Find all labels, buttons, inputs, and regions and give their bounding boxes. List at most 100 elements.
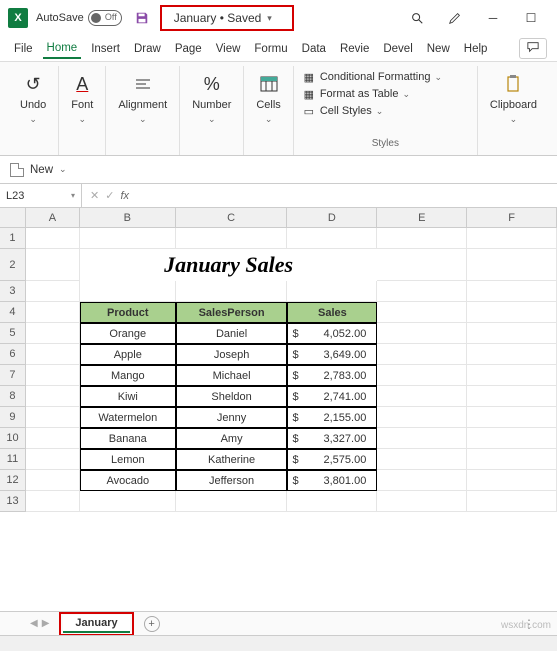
person-cell[interactable]: Joseph <box>176 344 288 365</box>
tab-insert[interactable]: Insert <box>87 40 124 58</box>
save-icon[interactable] <box>134 10 150 26</box>
product-cell[interactable]: Orange <box>80 323 176 344</box>
table-header[interactable]: SalesPerson <box>176 302 288 323</box>
tab-draw[interactable]: Draw <box>130 40 165 58</box>
row-header[interactable]: 11 <box>0 449 26 470</box>
row-header[interactable]: 3 <box>0 281 26 302</box>
row-header[interactable]: 9 <box>0 407 26 428</box>
product-cell[interactable]: Kiwi <box>80 386 176 407</box>
status-bar <box>0 635 557 651</box>
sales-cell[interactable]: $4,052.00 <box>287 323 377 344</box>
row-header[interactable]: 4 <box>0 302 26 323</box>
undo-icon: ↺ <box>26 72 41 96</box>
row-header[interactable]: 5 <box>0 323 26 344</box>
col-header[interactable]: B <box>80 208 176 228</box>
sheet-tab-january[interactable]: January <box>59 612 133 636</box>
font-icon: A <box>76 72 88 96</box>
row-header[interactable]: 8 <box>0 386 26 407</box>
font-button[interactable]: A Font ⌄ <box>67 70 97 127</box>
sales-cell[interactable]: $3,649.00 <box>287 344 377 365</box>
product-cell[interactable]: Apple <box>80 344 176 365</box>
tab-help[interactable]: Help <box>460 40 492 58</box>
person-cell[interactable]: Michael <box>176 365 288 386</box>
col-header[interactable]: C <box>176 208 288 228</box>
undo-button[interactable]: ↺ Undo ⌄ <box>16 70 50 127</box>
product-cell[interactable]: Mango <box>80 365 176 386</box>
table-icon: ▦ <box>302 87 316 101</box>
person-cell[interactable]: Katherine <box>176 449 288 470</box>
tab-page[interactable]: Page <box>171 40 206 58</box>
cell-styles-button[interactable]: ▭ Cell Styles ⌄ <box>302 104 384 118</box>
chevron-down-icon[interactable]: ⌄ <box>59 164 67 175</box>
next-sheet-icon[interactable]: ▶ <box>42 618 50 629</box>
row-header[interactable]: 10 <box>0 428 26 449</box>
maximize-button[interactable]: ☐ <box>521 8 541 28</box>
tab-developer[interactable]: Devel <box>379 40 416 58</box>
alignment-button[interactable]: Alignment ⌄ <box>114 70 171 127</box>
number-button[interactable]: % Number ⌄ <box>188 70 235 127</box>
chevron-down-icon: ⌄ <box>510 114 518 125</box>
watermark: wsxdn.com <box>501 620 551 631</box>
sales-cell[interactable]: $2,741.00 <box>287 386 377 407</box>
clipboard-button[interactable]: Clipboard ⌄ <box>486 70 541 127</box>
row-header[interactable]: 1 <box>0 228 26 249</box>
search-icon[interactable] <box>407 8 427 28</box>
col-header[interactable]: A <box>26 208 80 228</box>
tab-review[interactable]: Revie <box>336 40 373 58</box>
minimize-button[interactable]: ─ <box>483 8 503 28</box>
title-cell[interactable]: January Sales <box>80 249 377 281</box>
chevron-down-icon: ⌄ <box>79 114 87 125</box>
col-header[interactable]: E <box>377 208 467 228</box>
sales-cell[interactable]: $2,783.00 <box>287 365 377 386</box>
person-cell[interactable]: Amy <box>176 428 288 449</box>
table-header[interactable]: Product <box>80 302 176 323</box>
format-as-table-button[interactable]: ▦ Format as Table ⌄ <box>302 87 410 101</box>
new-doc-icon[interactable] <box>10 163 24 177</box>
col-header[interactable]: D <box>287 208 377 228</box>
autosave-toggle[interactable]: AutoSave Off <box>36 10 126 26</box>
document-title[interactable]: January • Saved ▾ <box>160 5 294 31</box>
cell-icon: ▭ <box>302 104 316 118</box>
percent-icon: % <box>204 72 220 96</box>
tab-file[interactable]: File <box>10 40 37 58</box>
cancel-icon[interactable]: ✕ <box>90 189 99 202</box>
excel-icon: X <box>8 8 28 28</box>
enter-icon[interactable]: ✓ <box>105 189 114 202</box>
add-sheet-button[interactable]: + <box>144 616 160 632</box>
row-header[interactable]: 12 <box>0 470 26 491</box>
prev-sheet-icon[interactable]: ◀ <box>30 618 38 629</box>
person-cell[interactable]: Daniel <box>176 323 288 344</box>
new-label[interactable]: New <box>30 164 53 176</box>
product-cell[interactable]: Avocado <box>80 470 176 491</box>
sales-cell[interactable]: $3,327.00 <box>287 428 377 449</box>
product-cell[interactable]: Banana <box>80 428 176 449</box>
tab-new[interactable]: New <box>423 40 454 58</box>
row-header[interactable]: 13 <box>0 491 26 512</box>
product-cell[interactable]: Watermelon <box>80 407 176 428</box>
conditional-formatting-button[interactable]: ▦ Conditional Formatting ⌄ <box>302 70 442 84</box>
row-header[interactable]: 7 <box>0 365 26 386</box>
tab-home[interactable]: Home <box>43 39 82 59</box>
product-cell[interactable]: Lemon <box>80 449 176 470</box>
tab-view[interactable]: View <box>212 40 245 58</box>
sales-cell[interactable]: $2,155.00 <box>287 407 377 428</box>
spreadsheet-grid[interactable]: A B C D E F 1 2January Sales 3 4ProductS… <box>0 208 557 512</box>
tab-data[interactable]: Data <box>298 40 330 58</box>
person-cell[interactable]: Jenny <box>176 407 288 428</box>
select-all-corner[interactable] <box>0 208 26 228</box>
row-header[interactable]: 2 <box>0 249 26 281</box>
sales-cell[interactable]: $2,575.00 <box>287 449 377 470</box>
name-box[interactable]: L23 ▾ <box>0 184 82 207</box>
tab-formulas[interactable]: Formu <box>250 40 291 58</box>
toggle-switch-icon[interactable]: Off <box>88 10 122 26</box>
cells-button[interactable]: Cells ⌄ <box>252 70 284 127</box>
col-header[interactable]: F <box>467 208 557 228</box>
pen-icon[interactable] <box>445 8 465 28</box>
fx-icon[interactable]: fx <box>120 190 129 202</box>
table-header[interactable]: Sales <box>287 302 377 323</box>
person-cell[interactable]: Jefferson <box>176 470 288 491</box>
comments-button[interactable] <box>519 38 547 59</box>
row-header[interactable]: 6 <box>0 344 26 365</box>
person-cell[interactable]: Sheldon <box>176 386 288 407</box>
sales-cell[interactable]: $3,801.00 <box>287 470 377 491</box>
